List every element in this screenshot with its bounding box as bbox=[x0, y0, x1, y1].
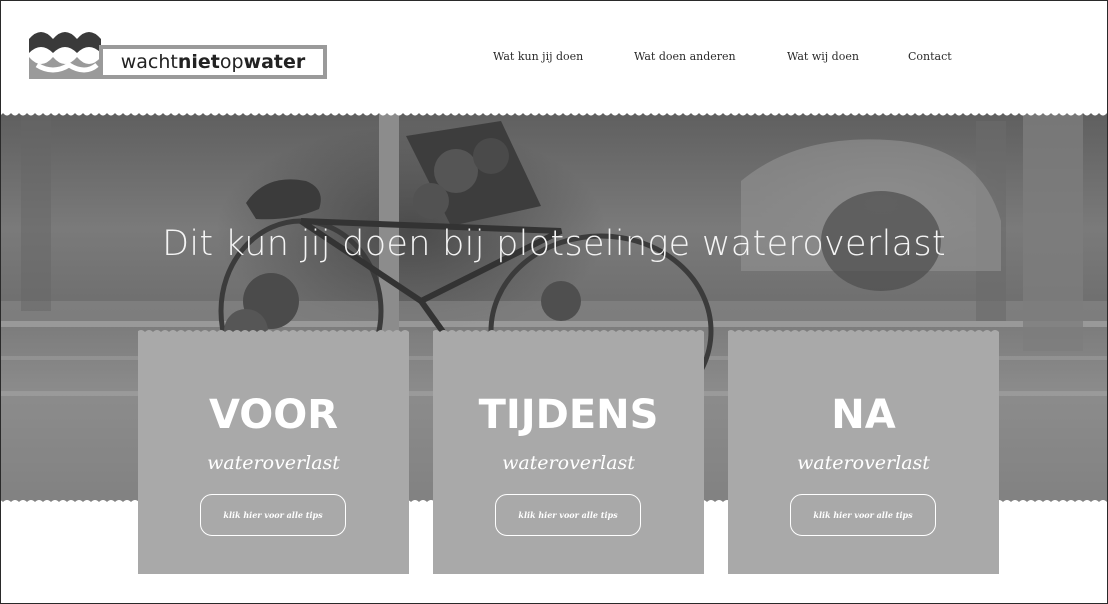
nav-wat-kun-jij-doen[interactable]: Wat kun jij doen bbox=[493, 50, 583, 63]
tips-button-na[interactable]: klik hier voor alle tips bbox=[790, 494, 936, 536]
tips-button-voor[interactable]: klik hier voor alle tips bbox=[200, 494, 346, 536]
card-subtitle: wateroverlast bbox=[502, 452, 635, 474]
tips-button-tijdens[interactable]: klik hier voor alle tips bbox=[495, 494, 641, 536]
hero-title: Dit kun jij doen bij plotselinge waterov… bbox=[162, 224, 946, 264]
card-zigzag-edge bbox=[433, 330, 704, 336]
card-title: TIJDENS bbox=[478, 392, 659, 438]
logo-wordmark-frame: wachtnietopwater bbox=[99, 45, 327, 79]
page-frame: wachtnietopwater Wat kun jij doen Wat do… bbox=[0, 0, 1108, 604]
logo-wordmark: wachtnietopwater bbox=[103, 49, 323, 75]
card-tijdens: TIJDENS wateroverlast klik hier voor all… bbox=[433, 330, 704, 574]
logo-text: wachtnietopwater bbox=[121, 51, 306, 73]
card-title: VOOR bbox=[208, 392, 339, 438]
card-subtitle: wateroverlast bbox=[207, 452, 340, 474]
nav-wat-doen-anderen[interactable]: Wat doen anderen bbox=[634, 50, 736, 63]
card-title: NA bbox=[831, 392, 896, 438]
card-subtitle: wateroverlast bbox=[797, 452, 930, 474]
wave-logo-icon bbox=[29, 32, 101, 79]
logo-text-water: water bbox=[243, 51, 306, 73]
card-voor: VOOR wateroverlast klik hier voor alle t… bbox=[138, 330, 409, 574]
card-na: NA wateroverlast klik hier voor alle tip… bbox=[728, 330, 999, 574]
nav-contact[interactable]: Contact bbox=[908, 50, 952, 63]
top-scallop-edge bbox=[1, 111, 1107, 116]
logo-text-niet: niet bbox=[177, 51, 220, 73]
logo-text-op: op bbox=[219, 51, 244, 73]
nav-wat-wij-doen[interactable]: Wat wij doen bbox=[787, 50, 859, 63]
site-header: wachtnietopwater Wat kun jij doen Wat do… bbox=[1, 1, 1107, 111]
card-zigzag-edge bbox=[728, 330, 999, 336]
site-logo[interactable]: wachtnietopwater bbox=[27, 27, 337, 83]
card-zigzag-edge bbox=[138, 330, 409, 336]
logo-text-wacht: wacht bbox=[120, 51, 178, 73]
